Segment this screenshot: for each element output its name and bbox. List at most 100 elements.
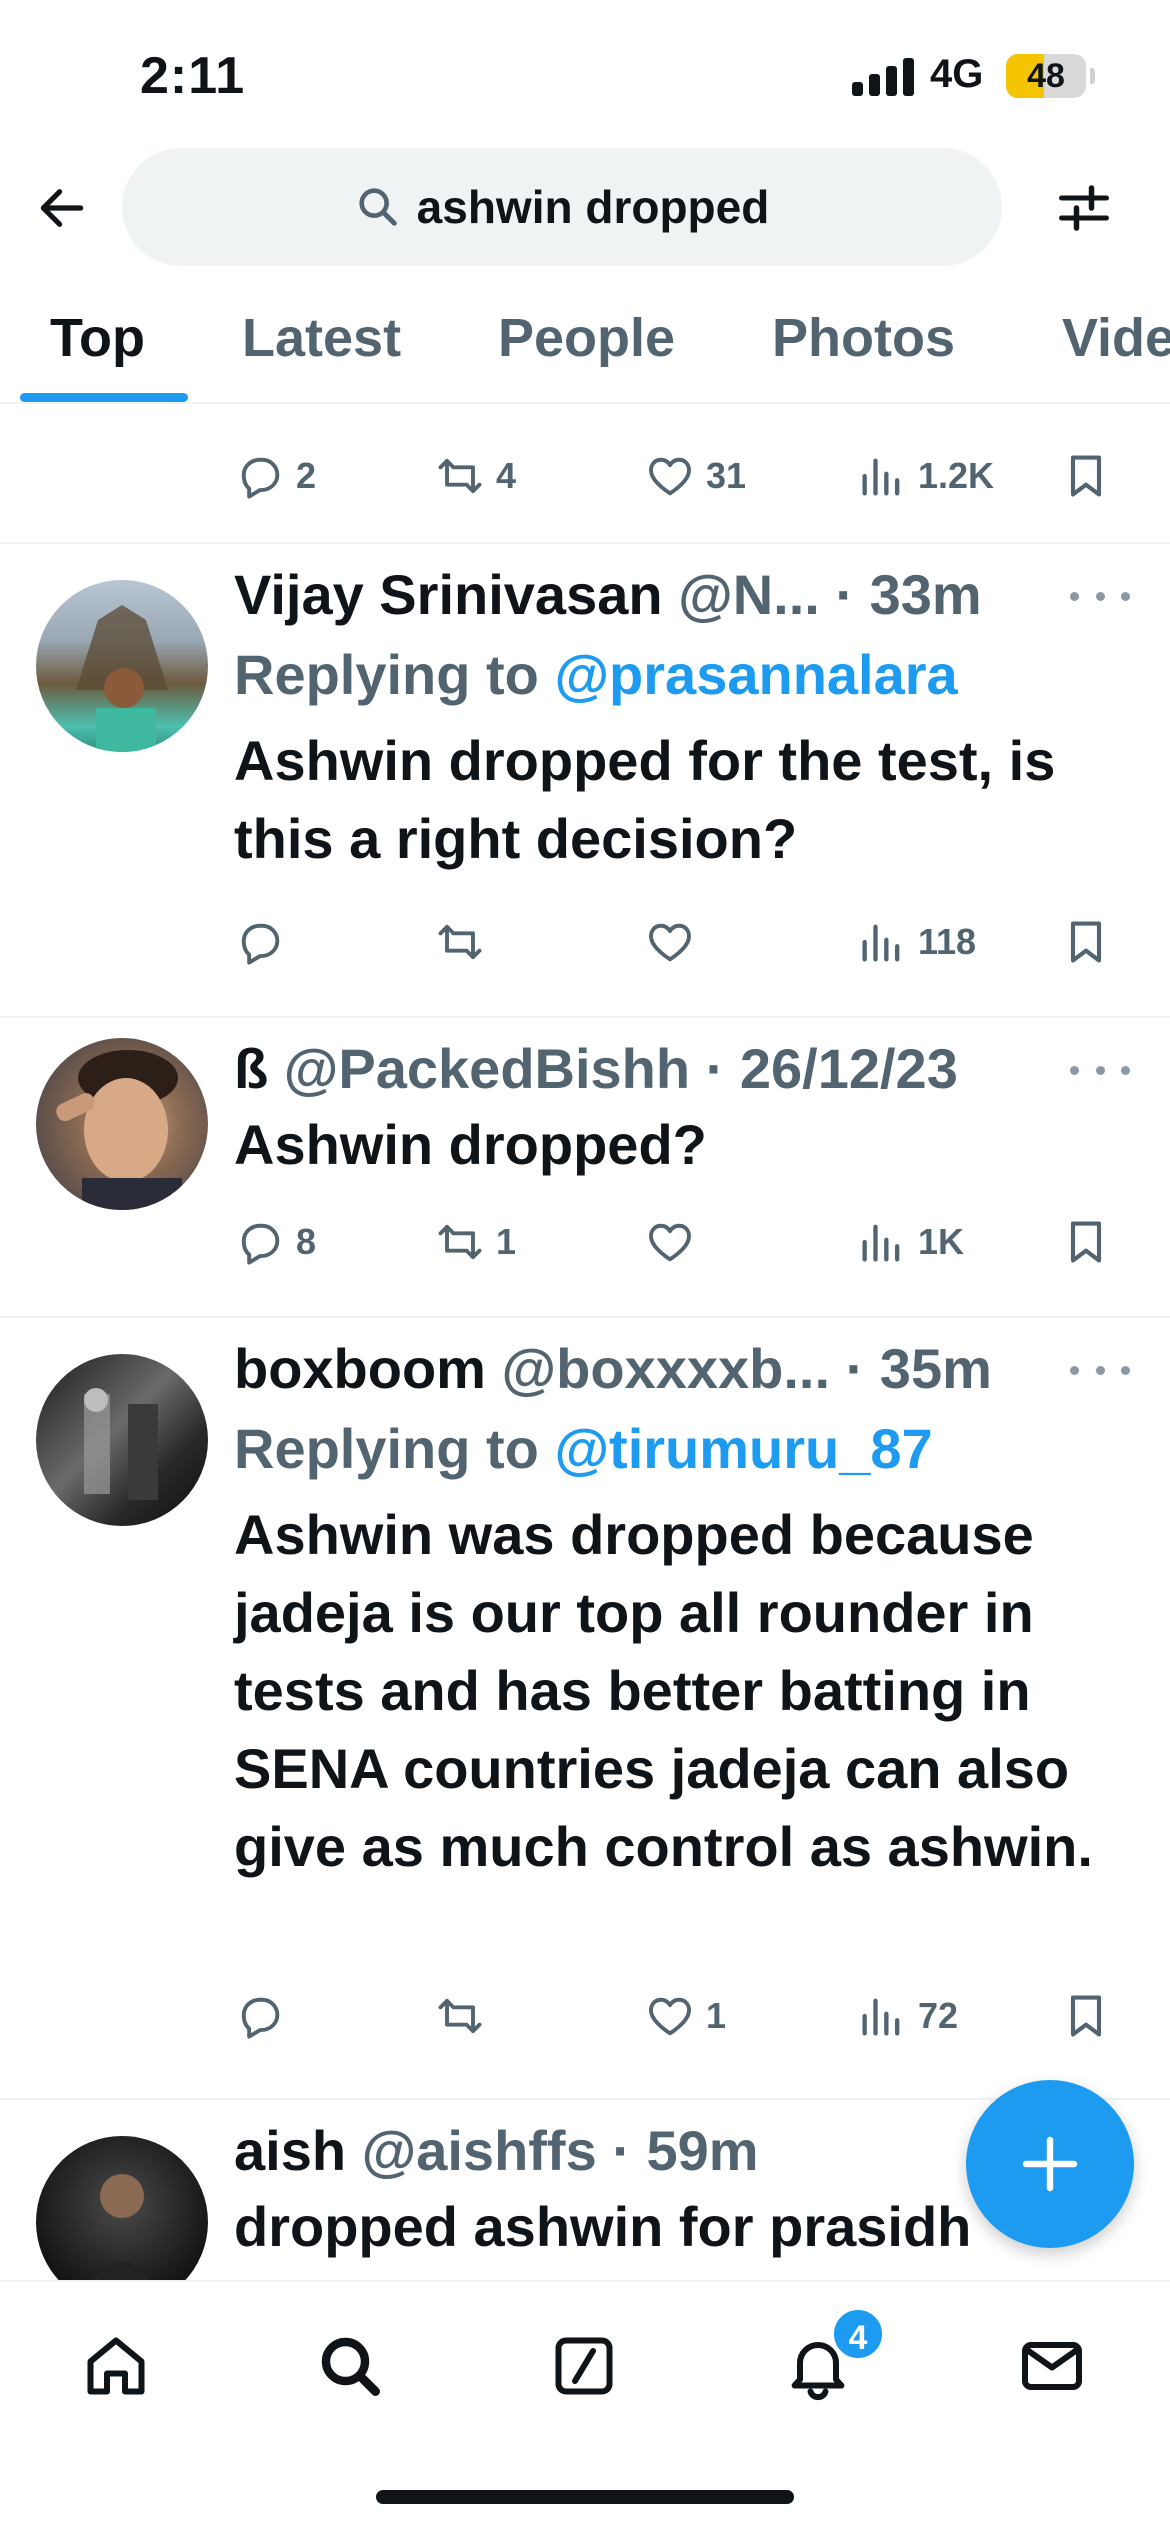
author-name[interactable]: ß	[234, 1037, 268, 1100]
reply-count: 8	[296, 1221, 317, 1262]
tweet-actions: 1 72	[234, 1986, 1134, 2046]
replying-to: Replying to @prasannalara	[234, 643, 958, 706]
retweet-count: 1	[496, 1221, 517, 1262]
replying-to: Replying to @tirumuru_87	[234, 1417, 933, 1480]
compose-button[interactable]	[966, 2080, 1134, 2248]
retweet-icon	[438, 1998, 482, 2034]
active-tab-indicator	[20, 393, 188, 402]
reply-count: 2	[296, 455, 317, 496]
filter-icon	[1059, 185, 1109, 231]
tweet-text: Ashwin dropped?	[234, 1113, 707, 1176]
author-name[interactable]: Vijay Srinivasan	[234, 563, 663, 626]
status-time: 2:11	[140, 47, 246, 105]
reply-button[interactable]	[234, 1986, 296, 2046]
views-count: 1K	[918, 1221, 965, 1262]
notifications-badge: 4	[830, 2306, 886, 2362]
explore-icon	[321, 2337, 380, 2396]
tab-top[interactable]: Top	[50, 290, 145, 402]
author-handle-time: @boxxxxb... · 35m	[501, 1337, 992, 1400]
battery-cap	[1090, 68, 1095, 84]
avatar[interactable]	[36, 1038, 208, 1210]
tab-people[interactable]: People	[498, 290, 675, 402]
retweet-button[interactable]	[434, 912, 496, 972]
bookmark-button[interactable]	[1060, 446, 1112, 506]
mail-icon	[1022, 2342, 1082, 2390]
more-options-button[interactable]	[1070, 576, 1130, 616]
back-button[interactable]	[30, 176, 94, 240]
tweet[interactable]: ß @PackedBishh · 26/12/23 Ashwin dropped…	[0, 1018, 1170, 1318]
retweet-button[interactable]	[434, 1986, 496, 2046]
tweet-actions: 2 4 31 1.2K	[234, 446, 1134, 506]
retweet-button[interactable]: 4	[434, 446, 516, 506]
battery-level: 48	[1027, 57, 1065, 95]
search-input[interactable]: ashwin dropped	[122, 148, 1002, 266]
views-button[interactable]: 1K	[856, 1212, 964, 1272]
bookmark-button[interactable]	[1060, 912, 1112, 972]
more-options-button[interactable]	[1070, 1350, 1130, 1390]
bookmark-button[interactable]	[1060, 1212, 1112, 1272]
tab-latest[interactable]: Latest	[242, 290, 401, 402]
like-button[interactable]: 1	[644, 1986, 726, 2046]
tweet-actions: 8 1 1K	[234, 1212, 1134, 1272]
retweet-icon	[438, 924, 482, 960]
search-header: ashwin dropped	[0, 140, 1170, 270]
more-options-button[interactable]	[1070, 1050, 1130, 1090]
like-count: 1	[706, 1995, 727, 2036]
reply-button[interactable]: 2	[234, 446, 316, 506]
replying-to-handle[interactable]: @tirumuru_87	[554, 1417, 932, 1480]
tweet-header: boxboom @boxxxxb... · 35m	[234, 1334, 992, 1404]
reply-button[interactable]	[234, 912, 296, 972]
tweet[interactable]: Vijay Srinivasan @N... · 33m Replying to…	[0, 544, 1170, 1018]
views-icon	[862, 458, 900, 496]
retweet-icon	[438, 458, 482, 494]
retweet-count: 4	[496, 455, 517, 496]
tweet[interactable]: boxboom @boxxxxb... · 35m Replying to @t…	[0, 1318, 1170, 2100]
search-query: ashwin dropped	[416, 181, 770, 233]
avatar[interactable]	[36, 2136, 208, 2280]
tweet-header: Vijay Srinivasan @N... · 33m	[234, 560, 982, 630]
bookmark-button[interactable]	[1060, 1986, 1112, 2046]
tweet-header: ß @PackedBishh · 26/12/23	[234, 1034, 958, 1104]
reply-button[interactable]: 8	[234, 1212, 316, 1272]
network-type: 4G	[930, 52, 984, 96]
like-button[interactable]	[644, 912, 706, 972]
tweet-text: Ashwin dropped for the test, is this a r…	[234, 729, 1056, 870]
back-arrow-icon	[40, 189, 84, 227]
author-name[interactable]: aish	[234, 2119, 346, 2182]
views-button[interactable]: 72	[856, 1986, 958, 2046]
views-button[interactable]: 118	[856, 912, 976, 972]
like-count: 31	[706, 455, 747, 496]
reply-icon	[241, 923, 280, 965]
filter-button[interactable]	[1052, 176, 1116, 240]
author-handle-time: @PackedBishh · 26/12/23	[283, 1037, 958, 1100]
views-button[interactable]: 1.2K	[856, 446, 994, 506]
plus-icon	[1022, 2136, 1078, 2192]
reply-icon	[241, 1223, 280, 1265]
search-results-feed: 2 4 31 1.2K Vijay Srinivasan @N... · 33m…	[0, 404, 1170, 2280]
home-icon	[87, 2337, 145, 2395]
bookmark-icon	[1070, 1995, 1102, 2037]
bookmark-icon	[1070, 455, 1102, 497]
reply-icon	[241, 457, 280, 499]
signal-icon	[852, 58, 914, 96]
retweet-button[interactable]: 1	[434, 1212, 516, 1272]
avatar[interactable]	[36, 1354, 208, 1526]
tweet-text: Ashwin was dropped because jadeja is our…	[234, 1503, 1093, 1878]
tab-photos[interactable]: Photos	[772, 290, 955, 402]
replying-to-handle[interactable]: @prasannalara	[554, 643, 957, 706]
like-button[interactable]: 31	[644, 446, 746, 506]
grok-icon	[555, 2337, 613, 2395]
views-count: 72	[918, 1995, 959, 2036]
avatar[interactable]	[36, 580, 208, 752]
nav-grok[interactable]	[544, 2326, 624, 2406]
nav-messages[interactable]	[1012, 2326, 1092, 2406]
tab-videos[interactable]: Videos	[1062, 290, 1170, 402]
author-name[interactable]: boxboom	[234, 1337, 486, 1400]
nav-explore[interactable]	[310, 2326, 390, 2406]
status-bar: 2:11 4G 48	[0, 0, 1170, 140]
tweet-actions: 118	[234, 912, 1134, 972]
like-button[interactable]	[644, 1212, 706, 1272]
like-icon	[649, 457, 691, 496]
tweet-partial[interactable]: 2 4 31 1.2K	[0, 404, 1170, 544]
nav-home[interactable]	[76, 2326, 156, 2406]
